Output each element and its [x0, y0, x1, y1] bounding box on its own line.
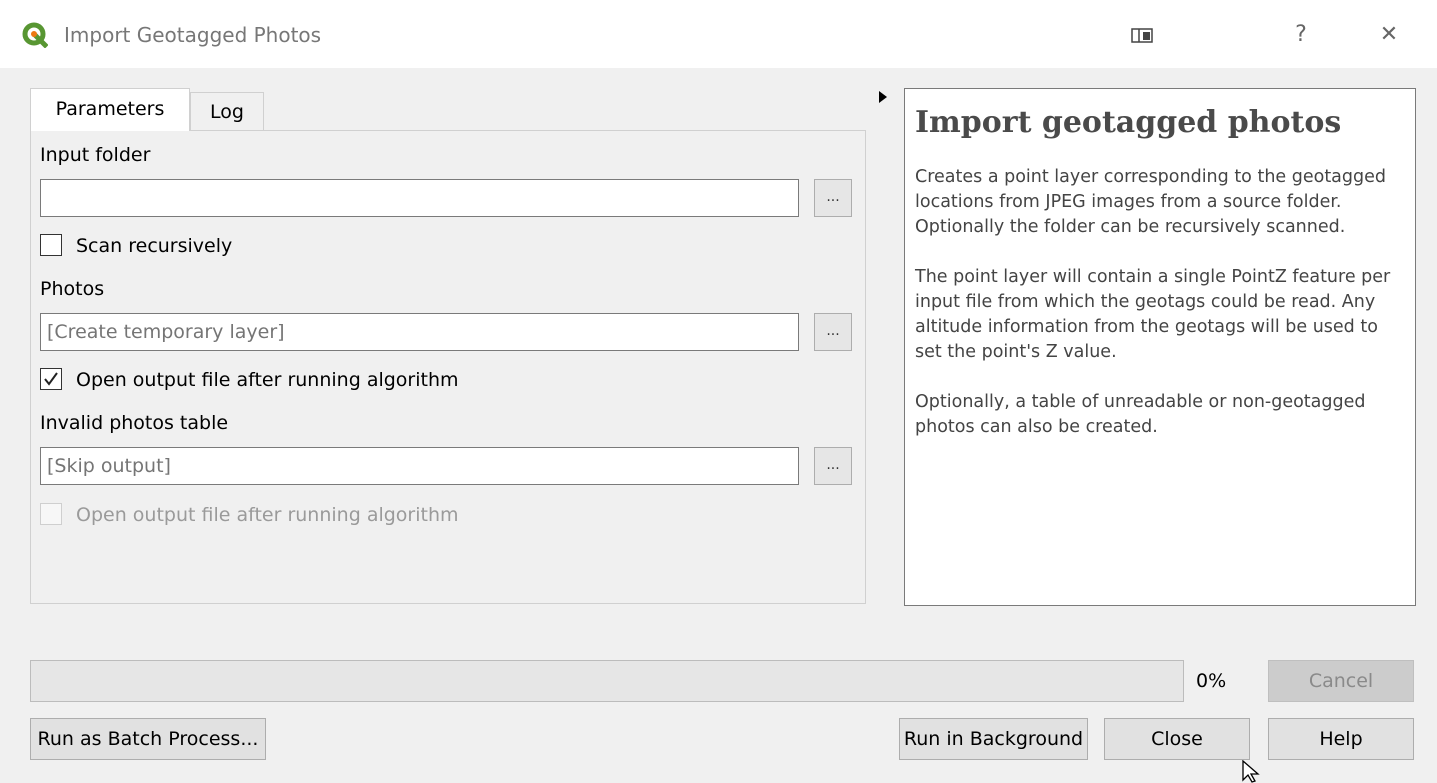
open-output-checkbox-1[interactable] — [40, 368, 62, 390]
collapse-help-arrow-icon[interactable] — [879, 91, 887, 103]
open-output-label-1: Open output file after running algorithm — [76, 369, 459, 391]
window-title: Import Geotagged Photos — [64, 23, 322, 47]
photos-browse-button[interactable]: ... — [814, 313, 852, 351]
run-in-background-button[interactable]: Run in Background — [899, 718, 1088, 760]
open-output-checkbox-2 — [40, 503, 62, 525]
input-folder-field[interactable] — [40, 179, 799, 217]
help-paragraph: The point layer will contain a single Po… — [915, 267, 1391, 362]
close-button[interactable]: Close — [1104, 718, 1250, 760]
mouse-cursor-icon — [1242, 760, 1260, 783]
invalid-photos-browse-button[interactable]: ... — [814, 447, 852, 485]
help-paragraph: Optionally, a table of unreadable or non… — [915, 392, 1366, 437]
panel-toggle-icon[interactable] — [1126, 20, 1160, 50]
progress-bar — [30, 660, 1184, 702]
photos-output-field[interactable] — [40, 313, 799, 351]
title-bar: Import Geotagged Photos ? ✕ — [0, 0, 1437, 68]
input-folder-browse-button[interactable]: ... — [814, 179, 852, 217]
tab-log[interactable]: Log — [190, 92, 264, 130]
scan-recursively-label: Scan recursively — [76, 235, 233, 257]
help-button[interactable]: Help — [1268, 718, 1414, 760]
checkmark-icon — [44, 372, 58, 386]
qgis-logo-icon — [22, 22, 48, 48]
help-panel: Import geotagged photos Creates a point … — [904, 88, 1416, 606]
open-output-label-2: Open output file after running algorithm — [76, 504, 459, 526]
progress-percent: 0% — [1196, 670, 1227, 692]
cancel-button[interactable]: Cancel — [1268, 660, 1414, 702]
scan-recursively-checkbox[interactable] — [40, 234, 62, 256]
help-paragraph: Creates a point layer corresponding to t… — [915, 167, 1386, 237]
tab-parameters[interactable]: Parameters — [30, 88, 190, 131]
invalid-photos-table-label: Invalid photos table — [40, 412, 229, 434]
input-folder-label: Input folder — [40, 144, 151, 166]
run-as-batch-button[interactable]: Run as Batch Process... — [30, 718, 266, 760]
help-title: Import geotagged photos — [915, 105, 1342, 140]
photos-label: Photos — [40, 278, 105, 300]
invalid-photos-field[interactable] — [40, 447, 799, 485]
help-icon[interactable]: ? — [1284, 20, 1318, 50]
close-icon[interactable]: ✕ — [1372, 20, 1406, 50]
